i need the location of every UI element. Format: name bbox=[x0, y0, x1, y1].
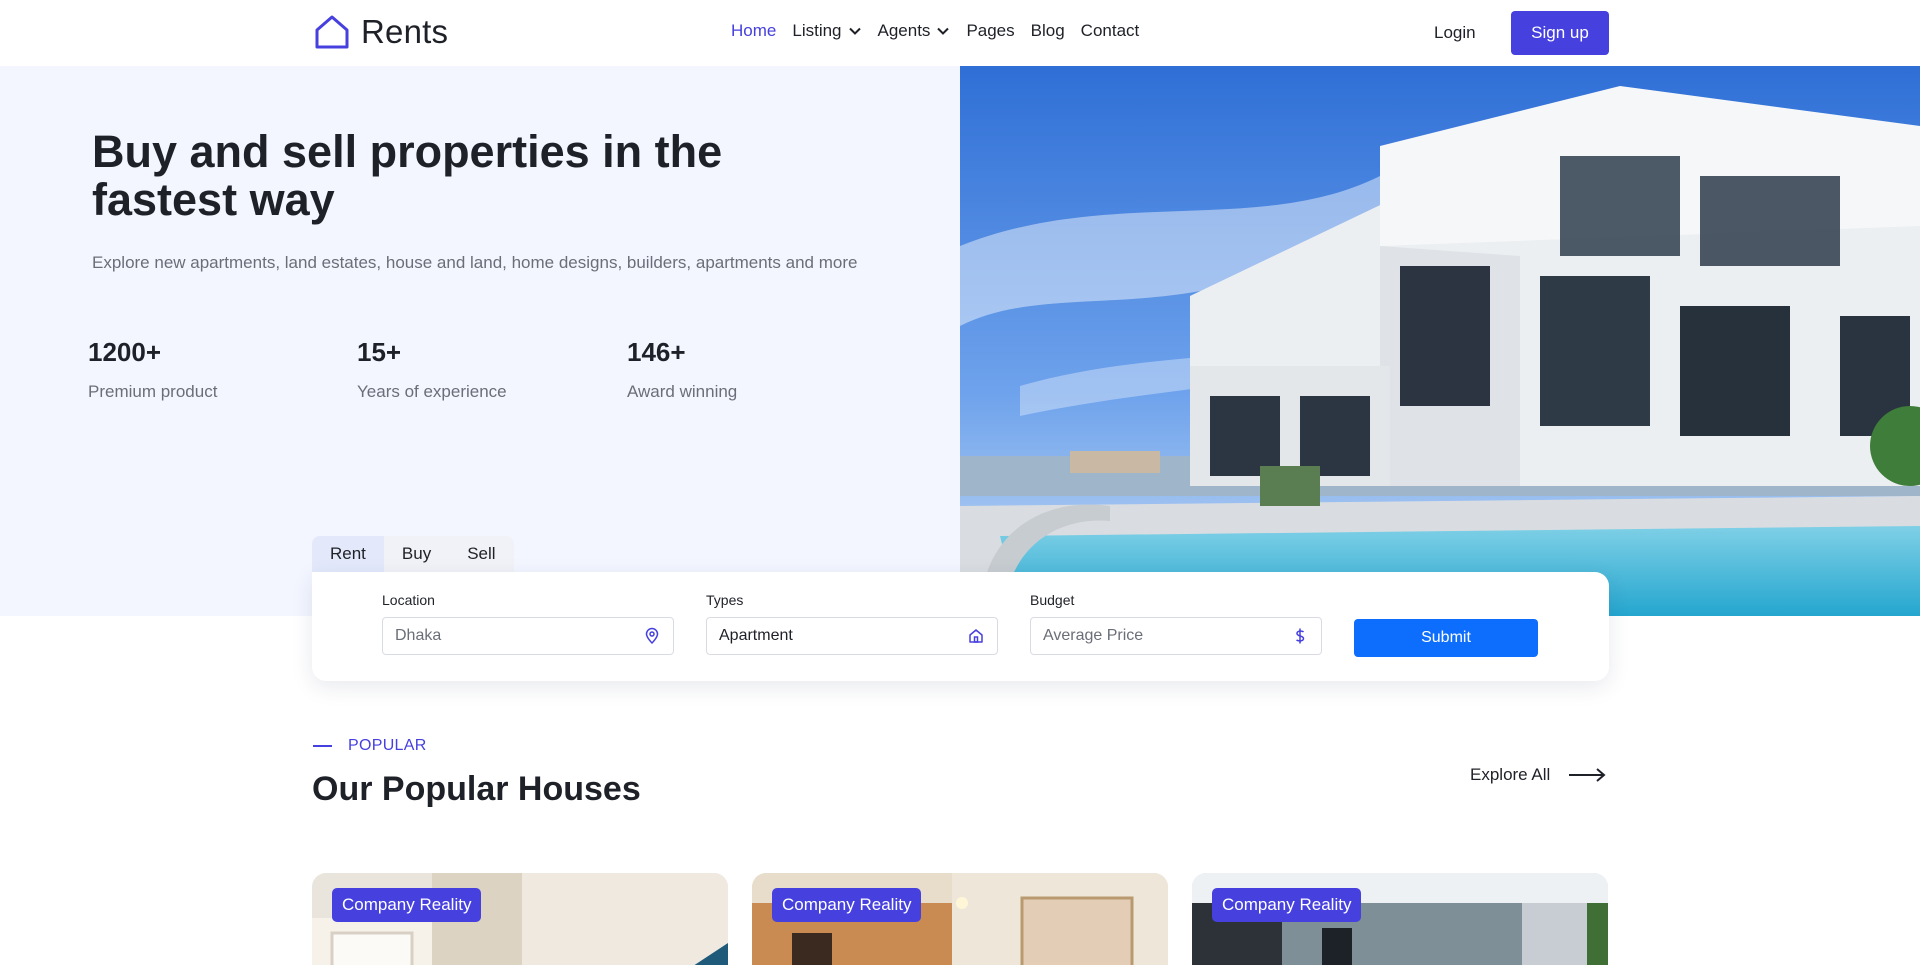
nav-home-label: Home bbox=[731, 21, 777, 40]
types-select[interactable]: Apartment bbox=[706, 617, 998, 655]
signup-button[interactable]: Sign up bbox=[1511, 11, 1609, 55]
house-icon bbox=[315, 15, 349, 49]
section-title: Our Popular Houses bbox=[312, 770, 641, 808]
nav-blog[interactable]: Blog bbox=[1031, 21, 1065, 41]
nav-listing-label: Listing bbox=[792, 21, 842, 40]
tab-rent[interactable]: Rent bbox=[312, 536, 384, 572]
types-field: Types Apartment bbox=[706, 592, 998, 655]
location-label: Location bbox=[382, 592, 435, 608]
stat-label: Years of experience bbox=[357, 382, 507, 401]
house-card[interactable]: Company Reality bbox=[1192, 873, 1608, 965]
map-pin-icon bbox=[645, 627, 659, 645]
main-nav: Home Listing Agents Pages Blog Contact bbox=[731, 21, 1139, 41]
nav-agents-label: Agents bbox=[877, 21, 931, 40]
section-eyebrow: POPULAR bbox=[313, 737, 427, 755]
nav-home[interactable]: Home bbox=[731, 21, 776, 41]
budget-input[interactable]: Average Price bbox=[1030, 617, 1322, 655]
nav-listing[interactable]: Listing bbox=[792, 21, 861, 41]
types-label: Types bbox=[706, 592, 744, 608]
house-card[interactable]: Company Reality bbox=[752, 873, 1168, 965]
stat-value: 1200+ bbox=[88, 337, 162, 367]
stat-label: Award winning bbox=[627, 382, 738, 401]
card-badge: Company Reality bbox=[1212, 888, 1362, 922]
chevron-down-icon bbox=[848, 27, 861, 35]
location-input[interactable]: Dhaka bbox=[382, 617, 674, 655]
types-value: Apartment bbox=[719, 627, 793, 644]
tab-sell[interactable]: Sell bbox=[449, 536, 513, 572]
stat-years-experience: 15+ Years of experience bbox=[357, 337, 507, 402]
dollar-icon bbox=[1296, 628, 1305, 644]
location-field: Location Dhaka bbox=[382, 592, 674, 655]
card-badge: Company Reality bbox=[772, 888, 922, 922]
nav-contact[interactable]: Contact bbox=[1081, 21, 1140, 41]
location-placeholder: Dhaka bbox=[395, 627, 442, 644]
budget-placeholder: Average Price bbox=[1043, 627, 1144, 644]
brand-logo[interactable]: Rents bbox=[313, 13, 448, 51]
stat-value: 146+ bbox=[627, 337, 686, 367]
hero-subtitle: Explore new apartments, land estates, ho… bbox=[92, 253, 858, 272]
search-panel: Location Dhaka Types Apartment Budget Av… bbox=[312, 572, 1609, 681]
eyebrow-line bbox=[313, 745, 332, 747]
nav-contact-label: Contact bbox=[1080, 21, 1140, 40]
card-badge: Company Reality bbox=[332, 888, 482, 922]
stat-value: 15+ bbox=[357, 337, 402, 367]
budget-field: Budget Average Price bbox=[1030, 592, 1322, 655]
top-navbar: Rents Home Listing Agents Pages Blog Con… bbox=[0, 0, 1920, 66]
brand-name: Rents bbox=[361, 13, 449, 50]
hero-house-image bbox=[960, 66, 1920, 616]
arrow-right-icon bbox=[1569, 768, 1606, 782]
nav-pages-label: Pages bbox=[966, 21, 1015, 40]
login-link[interactable]: Login bbox=[1434, 23, 1476, 43]
stat-premium-product: 1200+ Premium product bbox=[88, 337, 217, 402]
villa-illustration bbox=[960, 66, 1920, 616]
home-icon bbox=[969, 629, 983, 643]
search-tabs: Rent Buy Sell bbox=[312, 536, 514, 572]
budget-label: Budget bbox=[1030, 592, 1075, 608]
house-card[interactable]: Company Reality bbox=[312, 873, 728, 965]
submit-button[interactable]: Submit bbox=[1354, 619, 1538, 657]
eyebrow-text: POPULAR bbox=[348, 737, 427, 754]
stat-label: Premium product bbox=[88, 382, 218, 401]
chevron-down-icon bbox=[937, 27, 950, 35]
nav-pages[interactable]: Pages bbox=[966, 21, 1014, 41]
stat-award-winning: 146+ Award winning bbox=[627, 337, 737, 402]
nav-blog-label: Blog bbox=[1030, 21, 1065, 40]
hero-title: Buy and sell properties in the fastest w… bbox=[92, 126, 723, 225]
explore-all-label: Explore All bbox=[1470, 765, 1551, 784]
tab-buy[interactable]: Buy bbox=[384, 536, 449, 572]
explore-all-link[interactable]: Explore All bbox=[1470, 765, 1606, 785]
nav-agents[interactable]: Agents bbox=[878, 21, 951, 41]
